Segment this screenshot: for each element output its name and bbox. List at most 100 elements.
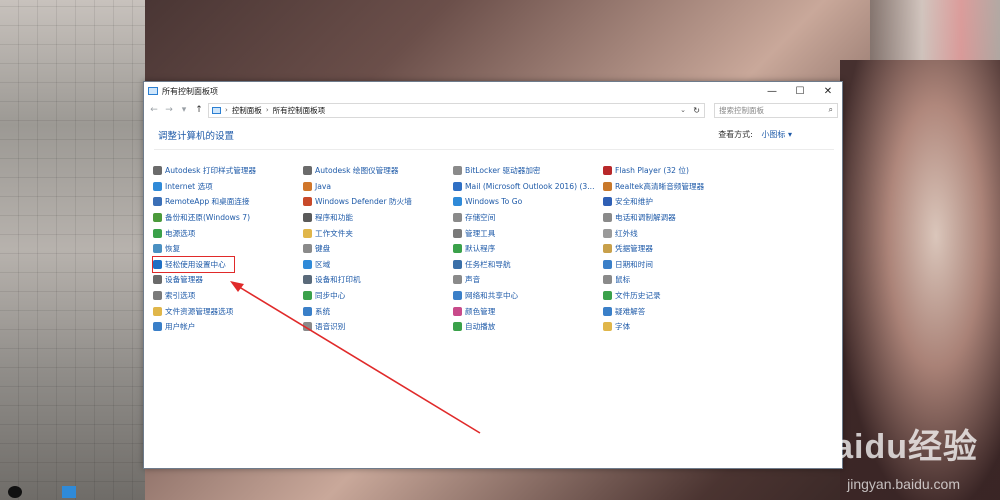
recent-locations-chevron-icon[interactable]: ▾ (178, 105, 190, 115)
address-dropdown-icon[interactable]: ⌄ (680, 106, 686, 114)
control-panel-item[interactable]: 存储空间 (453, 210, 603, 226)
control-panel-item-label: 任务栏和导航 (465, 259, 511, 269)
control-panel-item-label: Java (315, 181, 332, 191)
control-panel-item[interactable]: BitLocker 驱动器加密 (453, 163, 603, 179)
control-panel-item-label: 凭据管理器 (615, 244, 653, 254)
control-panel-item[interactable]: 轻松使用设置中心 (152, 255, 235, 274)
control-panel-window: 所有控制面板项 — ☐ ✕ ← → ▾ ↑ › 控制面板 › 所有控制面板项 ⌄… (143, 81, 843, 469)
control-panel-item[interactable]: 语音识别 (303, 319, 453, 335)
control-panel-item-label: 字体 (615, 322, 631, 332)
control-panel-item[interactable]: 用户帐户 (153, 319, 303, 335)
control-panel-item-icon (603, 213, 612, 223)
control-panel-item-icon (153, 275, 162, 285)
control-panel-item[interactable]: 电话和调制解调器 (603, 210, 753, 226)
navigation-bar: ← → ▾ ↑ › 控制面板 › 所有控制面板项 ⌄ ↻ 搜索控制面板 ⌕ (144, 100, 842, 120)
breadcrumb-separator-icon: › (265, 106, 269, 114)
close-button[interactable]: ✕ (814, 82, 842, 100)
control-panel-item-label: Realtek高清晰音频管理器 (615, 181, 705, 191)
minimize-button[interactable]: — (758, 82, 786, 100)
control-panel-item[interactable]: 恢复 (153, 241, 303, 257)
control-panel-item-icon (303, 228, 312, 238)
control-panel-item[interactable]: 备份和还原(Windows 7) (153, 210, 303, 226)
control-panel-item[interactable]: 日期和时间 (603, 257, 753, 273)
control-panel-item-label: 管理工具 (465, 228, 496, 238)
control-panel-item-icon (453, 213, 462, 223)
control-panel-item-label: 日期和时间 (615, 259, 653, 269)
control-panel-item-icon (153, 306, 162, 316)
control-panel-item[interactable]: 字体 (603, 319, 753, 335)
control-panel-item-label: 颜色管理 (465, 306, 496, 316)
control-panel-item[interactable]: Realtek高清晰音频管理器 (603, 179, 753, 195)
control-panel-item[interactable]: 颜色管理 (453, 303, 603, 319)
control-panel-item[interactable]: 文件资源管理器选项 (153, 303, 303, 319)
control-panel-item-label: 系统 (315, 306, 331, 316)
control-panel-item[interactable]: Autodesk 打印样式管理器 (153, 163, 303, 179)
control-panel-item-label: RemoteApp 和桌面连接 (165, 197, 250, 207)
refresh-icon[interactable]: ↻ (693, 106, 700, 115)
control-panel-item-icon (153, 322, 162, 332)
search-input[interactable]: 搜索控制面板 ⌕ (714, 102, 838, 118)
control-panel-item-icon (603, 181, 612, 191)
maximize-button[interactable]: ☐ (786, 82, 814, 100)
control-panel-item[interactable]: Windows Defender 防火墙 (303, 194, 453, 210)
taskbar-app-icon[interactable] (62, 486, 76, 498)
control-panel-item[interactable]: Mail (Microsoft Outlook 2016) (3... (453, 179, 603, 195)
control-panel-item[interactable]: 管理工具 (453, 225, 603, 241)
control-panel-item[interactable]: Autodesk 绘图仪管理器 (303, 163, 453, 179)
control-panel-item[interactable]: 区域 (303, 257, 453, 273)
control-panel-item[interactable]: 电源选项 (153, 225, 303, 241)
control-panel-item-label: 默认程序 (465, 244, 496, 254)
control-panel-item[interactable]: 键盘 (303, 241, 453, 257)
control-panel-item[interactable]: Internet 选项 (153, 179, 303, 195)
control-panel-item-icon (603, 244, 612, 254)
control-panel-item[interactable]: 安全和维护 (603, 194, 753, 210)
taskbar-app-icon[interactable] (8, 486, 22, 498)
breadcrumb-all-items[interactable]: 所有控制面板项 (273, 105, 326, 116)
control-panel-item-icon (603, 291, 612, 301)
control-panel-item-label: 电源选项 (165, 228, 196, 238)
control-panel-item-icon (153, 228, 162, 238)
control-panel-item[interactable]: Flash Player (32 位) (603, 163, 753, 179)
control-panel-item-icon (153, 181, 162, 191)
control-panel-item[interactable]: 设备管理器 (153, 272, 303, 288)
control-panel-item[interactable]: 程序和功能 (303, 210, 453, 226)
control-panel-items-grid: Autodesk 打印样式管理器 Autodesk 绘图仪管理器 BitLocker… (152, 163, 834, 335)
up-arrow-icon[interactable]: ↑ (193, 105, 205, 115)
control-panel-item[interactable]: 自动播放 (453, 319, 603, 335)
address-bar[interactable]: › 控制面板 › 所有控制面板项 ⌄ ↻ (208, 102, 705, 118)
search-icon[interactable]: ⌕ (829, 105, 833, 115)
control-panel-item-label: 工作文件夹 (315, 228, 353, 238)
control-panel-item-icon (453, 244, 462, 254)
control-panel-item[interactable]: 鼠标 (603, 272, 753, 288)
control-panel-item[interactable]: 设备和打印机 (303, 272, 453, 288)
control-panel-item-label: Flash Player (32 位) (615, 166, 689, 176)
control-panel-item[interactable]: 默认程序 (453, 241, 603, 257)
control-panel-item[interactable]: RemoteApp 和桌面连接 (153, 194, 303, 210)
control-panel-item-icon (453, 322, 462, 332)
control-panel-item-icon (153, 197, 162, 207)
back-arrow-icon[interactable]: ← (148, 105, 160, 115)
forward-arrow-icon[interactable]: → (163, 105, 175, 115)
control-panel-item[interactable]: Java (303, 179, 453, 195)
control-panel-item-icon (603, 228, 612, 238)
control-panel-item[interactable]: 网络和共享中心 (453, 288, 603, 304)
control-panel-item[interactable]: Windows To Go (453, 194, 603, 210)
control-panel-item-label: 语音识别 (315, 322, 346, 332)
view-by-dropdown[interactable]: 小图标 ▾ (761, 130, 792, 139)
control-panel-item[interactable]: 工作文件夹 (303, 225, 453, 241)
control-panel-item[interactable]: 文件历史记录 (603, 288, 753, 304)
control-panel-item[interactable]: 系统 (303, 303, 453, 319)
control-panel-item[interactable]: 疑难解答 (603, 303, 753, 319)
breadcrumb-control-panel[interactable]: 控制面板 (232, 105, 262, 116)
control-panel-item-icon (603, 306, 612, 316)
control-panel-item[interactable]: 凭据管理器 (603, 241, 753, 257)
control-panel-item-label: 文件资源管理器选项 (165, 306, 234, 316)
control-panel-item-label: Autodesk 绘图仪管理器 (315, 166, 399, 176)
control-panel-item[interactable]: 索引选项 (153, 288, 303, 304)
control-panel-item-icon (303, 181, 312, 191)
control-panel-item[interactable]: 任务栏和导航 (453, 257, 603, 273)
control-panel-item[interactable]: 同步中心 (303, 288, 453, 304)
control-panel-item[interactable]: 红外线 (603, 225, 753, 241)
control-panel-item[interactable]: 声音 (453, 272, 603, 288)
control-panel-item-label: 设备管理器 (165, 275, 203, 285)
